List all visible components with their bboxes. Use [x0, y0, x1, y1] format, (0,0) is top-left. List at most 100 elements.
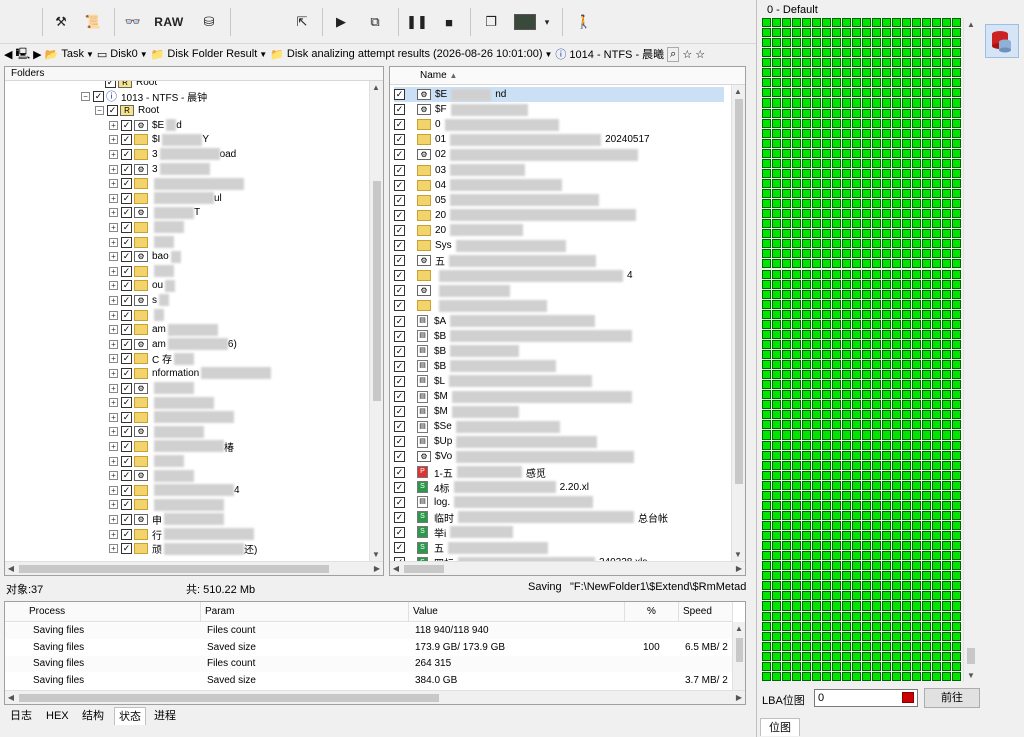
scroll-left-icon[interactable]: ◀ — [5, 564, 17, 573]
tree-row[interactable]: + ✓ — [109, 395, 214, 410]
expand-icon[interactable]: + — [109, 193, 118, 203]
expand-icon[interactable]: + — [109, 135, 118, 145]
checkbox[interactable]: ✓ — [394, 104, 405, 116]
export-icon[interactable]: ⇱ — [290, 8, 314, 36]
file-row[interactable]: ✓ ⚙ $E nd — [394, 87, 724, 102]
file-row[interactable]: ✓ ▤ $A — [394, 314, 724, 329]
lba-vertical-scrollbar[interactable]: ▲ ▼ — [963, 18, 977, 682]
scroll-up-icon[interactable]: ▲ — [733, 624, 745, 633]
lba-input[interactable]: 0 — [814, 689, 918, 707]
file-row[interactable]: ✓ ▤ $Up — [394, 434, 724, 449]
checkbox[interactable]: ✓ — [394, 149, 405, 161]
expand-icon[interactable]: + — [109, 179, 118, 189]
tools-icon[interactable]: ⚒ — [50, 8, 72, 36]
file-row[interactable]: ✓ ▤ log. — [394, 495, 724, 510]
column-header-param[interactable]: Param — [201, 602, 409, 622]
checkbox[interactable]: ✓ — [394, 315, 405, 327]
tab-hex[interactable]: HEX — [42, 707, 73, 725]
checkbox[interactable]: ✓ — [121, 411, 132, 423]
tab-status[interactable]: 状态 — [114, 707, 146, 725]
checkbox[interactable]: ✓ — [394, 542, 405, 553]
dropdown-icon[interactable]: ▾ — [540, 8, 554, 36]
checkbox[interactable]: ✓ — [394, 164, 405, 176]
files-horizontal-scrollbar[interactable]: ◀ ▶ — [390, 561, 745, 575]
expand-icon[interactable]: + — [109, 120, 118, 130]
tree-row[interactable]: + ✓ 行 — [109, 527, 254, 542]
checkbox[interactable]: ✓ — [394, 391, 405, 402]
expand-icon[interactable]: + — [109, 514, 118, 524]
script-icon[interactable]: 📜 — [82, 8, 104, 36]
checkbox[interactable]: ✓ — [121, 309, 132, 321]
file-row[interactable]: ✓ Sys — [394, 238, 724, 253]
file-row[interactable]: ✓ 20 — [394, 208, 724, 223]
flag-icon[interactable] — [902, 692, 914, 703]
tree-row[interactable]: + ✓ ⚙ $E d — [109, 118, 182, 133]
checkbox[interactable]: ✓ — [394, 436, 405, 448]
scroll-thumb[interactable] — [373, 181, 381, 401]
column-header-speed[interactable]: Speed — [679, 602, 733, 622]
file-row[interactable]: ✓ ▤ $M — [394, 389, 724, 404]
chevron-down-icon[interactable]: ▼ — [140, 50, 148, 59]
checkbox[interactable]: ✓ — [121, 455, 132, 467]
file-row[interactable]: ✓ 0 — [394, 117, 724, 132]
stop-icon[interactable]: ■ — [438, 8, 460, 36]
checkbox[interactable]: ✓ — [394, 406, 405, 418]
checkbox[interactable]: ✓ — [394, 481, 405, 493]
scroll-right-icon[interactable]: ▶ — [371, 564, 383, 573]
checkbox[interactable]: ✓ — [107, 104, 118, 116]
tree-row[interactable]: + ✓ am — [109, 322, 218, 337]
tab-process[interactable]: 进程 — [150, 707, 180, 725]
expand-icon[interactable]: + — [109, 354, 118, 364]
checkbox[interactable]: ✓ — [121, 499, 132, 511]
checkbox[interactable]: ✓ — [121, 251, 132, 263]
tree-row[interactable]: + ✓ — [109, 410, 234, 425]
expand-icon[interactable]: + — [109, 412, 118, 422]
checkbox[interactable]: ✓ — [121, 178, 132, 190]
checkbox[interactable]: ✓ — [121, 338, 132, 350]
checkbox[interactable]: ✓ — [121, 543, 132, 555]
checkbox[interactable]: ✓ — [121, 470, 132, 482]
checkbox[interactable]: ✓ — [93, 90, 104, 102]
checkbox[interactable]: ✓ — [121, 294, 132, 306]
process-row[interactable]: Saving files Files count 118 940/118 940 — [5, 623, 732, 639]
checkbox[interactable]: ✓ — [394, 240, 405, 251]
play-icon[interactable]: ▶ — [330, 8, 352, 36]
checkbox[interactable]: ✓ — [121, 207, 132, 219]
scroll-down-icon[interactable]: ▼ — [732, 550, 744, 559]
scroll-down-icon[interactable]: ▼ — [965, 671, 977, 680]
screenshot-icon[interactable] — [512, 8, 538, 36]
column-header-percent[interactable]: % — [625, 602, 679, 622]
checkbox[interactable]: ✓ — [121, 134, 132, 146]
tree-row[interactable]: + ✓ ⚙ 申 — [109, 512, 224, 527]
tree-row[interactable]: − ✓ R Root — [95, 103, 159, 118]
expand-icon[interactable]: + — [109, 471, 118, 481]
scroll-up-icon[interactable]: ▲ — [370, 83, 382, 92]
raw-button[interactable]: RAW — [152, 8, 186, 36]
star-icon[interactable]: ☆ — [695, 48, 705, 61]
result-crumb[interactable]: 📁 Disk Folder Result ▼ — [151, 48, 267, 61]
task-crumb[interactable]: 📂 Task ▼ — [45, 48, 94, 61]
expand-icon[interactable]: + — [109, 485, 118, 495]
copy-icon[interactable]: ❐ — [478, 8, 504, 36]
checkbox[interactable]: ✓ — [121, 440, 132, 452]
checkbox[interactable]: ✓ — [394, 285, 405, 297]
scroll-thumb[interactable] — [19, 565, 329, 573]
file-row[interactable]: ✓ 4 — [394, 268, 724, 283]
checkbox[interactable]: ✓ — [121, 119, 132, 131]
pause-icon[interactable]: ❚❚ — [406, 8, 428, 36]
chevron-down-icon[interactable]: ▼ — [545, 50, 553, 59]
expand-icon[interactable]: + — [109, 500, 118, 510]
expand-icon[interactable]: + — [109, 544, 118, 554]
checkbox[interactable]: ✓ — [121, 236, 132, 248]
checkbox[interactable]: ✓ — [394, 330, 405, 342]
checkbox[interactable]: ✓ — [394, 255, 405, 267]
expand-icon[interactable]: + — [109, 310, 118, 320]
scroll-thumb[interactable] — [735, 99, 743, 484]
scroll-down-icon[interactable]: ▼ — [370, 550, 382, 559]
partition-crumb[interactable]: ⓘ 1014 - NTFS - 晨曦 — [555, 46, 664, 62]
scroll-right-icon[interactable]: ▶ — [733, 693, 745, 702]
tab-structure[interactable]: 结构 — [78, 707, 108, 725]
checkbox[interactable]: ✓ — [121, 397, 132, 409]
scroll-up-icon[interactable]: ▲ — [965, 20, 977, 29]
tree-row[interactable]: + ✓ — [109, 454, 184, 469]
